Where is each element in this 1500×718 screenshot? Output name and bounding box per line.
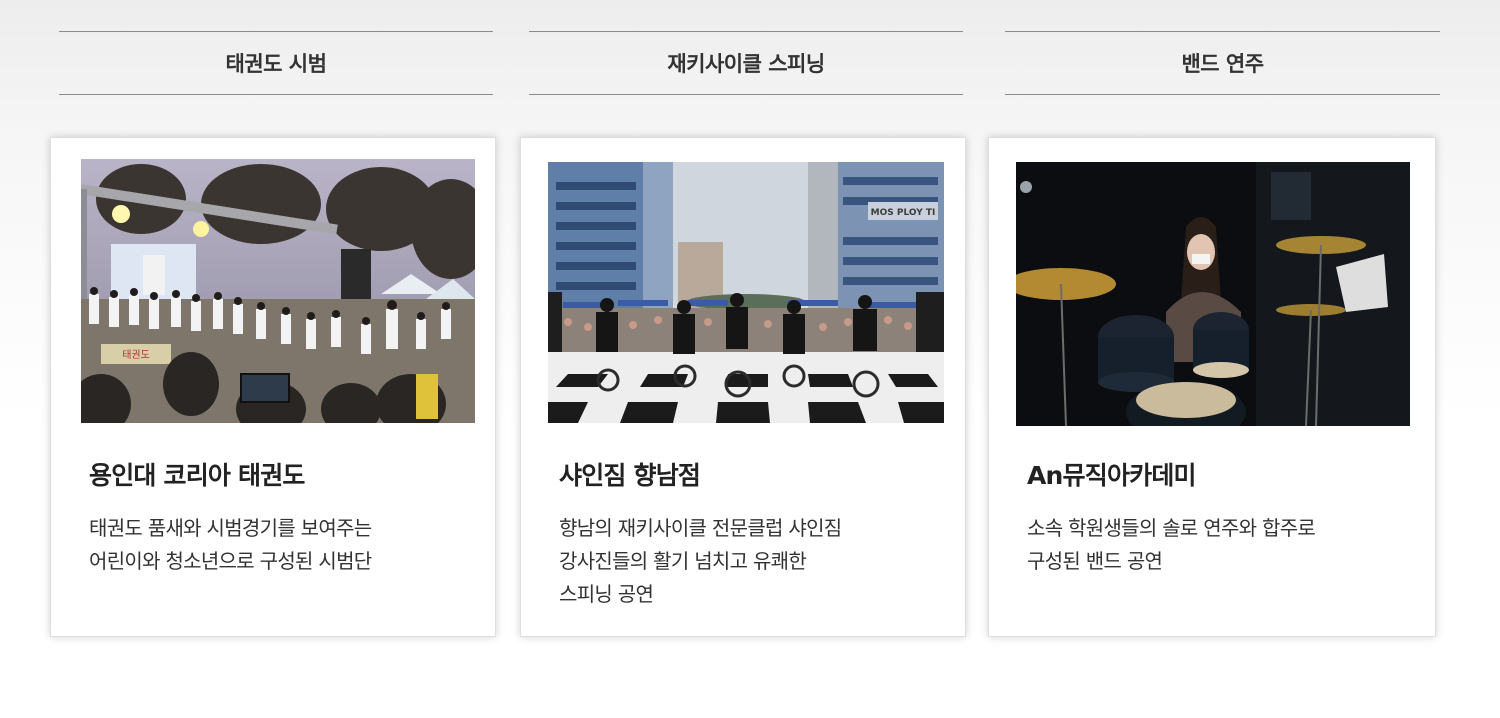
description-line: 향남의 재키사이클 전문클럽 샤인짐 — [559, 516, 842, 540]
performance-card[interactable]: An뮤직아카데미 소속 학원생들의 솔로 연주와 합주로 구성된 밴드 공연 — [988, 137, 1436, 637]
description-line: 스피닝 공연 — [559, 582, 654, 606]
photo-sign-text: MOS PLOY TI — [871, 208, 936, 218]
description-line: 소속 학원생들의 솔로 연주와 합주로 — [1027, 516, 1316, 540]
section-heading-text: 재키사이클 스피닝 — [667, 52, 825, 76]
taekwondo-demonstration-photo: 태권도 — [81, 159, 475, 423]
description-line: 태권도 품새와 시범경기를 보여주는 — [89, 516, 372, 540]
card-title: 용인대 코리아 태권도 — [89, 461, 305, 490]
section-band: 밴드 연주 An뮤직아카데미 소속 학원생들의 솔로 연주와 합주로 구성된 밴… — [988, 0, 1440, 718]
description-line: 구성된 밴드 공연 — [1027, 549, 1163, 573]
card-title: An뮤직아카데미 — [1027, 461, 1197, 490]
performance-card[interactable]: 태권도 용인대 코리아 태권도 태권도 품새와 시범경기를 보여주는 어린이와 … — [50, 137, 496, 637]
card-description: 소속 학원생들의 솔로 연주와 합주로 구성된 밴드 공연 — [1027, 512, 1412, 578]
performance-card[interactable]: MOS PLOY TI 샤인짐 향남점 향남의 재키사이클 전문클럽 샤인짐 강… — [520, 137, 966, 637]
spinning-performance-photo: MOS PLOY TI — [548, 162, 944, 423]
section-heading: 밴드 연주 — [1005, 31, 1440, 95]
section-taekwondo: 태권도 시범 태권도 용인대 코리아 태권도 태권도 품새와 시범경기를 보여주… — [50, 0, 500, 718]
band-drummer-photo — [1016, 162, 1410, 426]
description-line: 강사진들의 활기 넘치고 유쾌한 — [559, 549, 807, 573]
photo-banner-text: 태권도 — [122, 349, 150, 361]
card-title: 샤인짐 향남점 — [559, 461, 701, 490]
section-heading: 재키사이클 스피닝 — [529, 31, 963, 95]
card-description: 향남의 재키사이클 전문클럽 샤인짐 강사진들의 활기 넘치고 유쾌한 스피닝 … — [559, 512, 944, 611]
card-description: 태권도 품새와 시범경기를 보여주는 어린이와 청소년으로 구성된 시범단 — [89, 512, 474, 578]
description-line: 어린이와 청소년으로 구성된 시범단 — [89, 549, 372, 573]
section-heading-text: 태권도 시범 — [225, 52, 327, 76]
section-heading: 태권도 시범 — [59, 31, 493, 95]
section-heading-text: 밴드 연주 — [1181, 52, 1264, 76]
section-spinning: 재키사이클 스피닝 MOS PLOY TI 샤인짐 향남점 향남의 재키사이클 … — [520, 0, 970, 718]
